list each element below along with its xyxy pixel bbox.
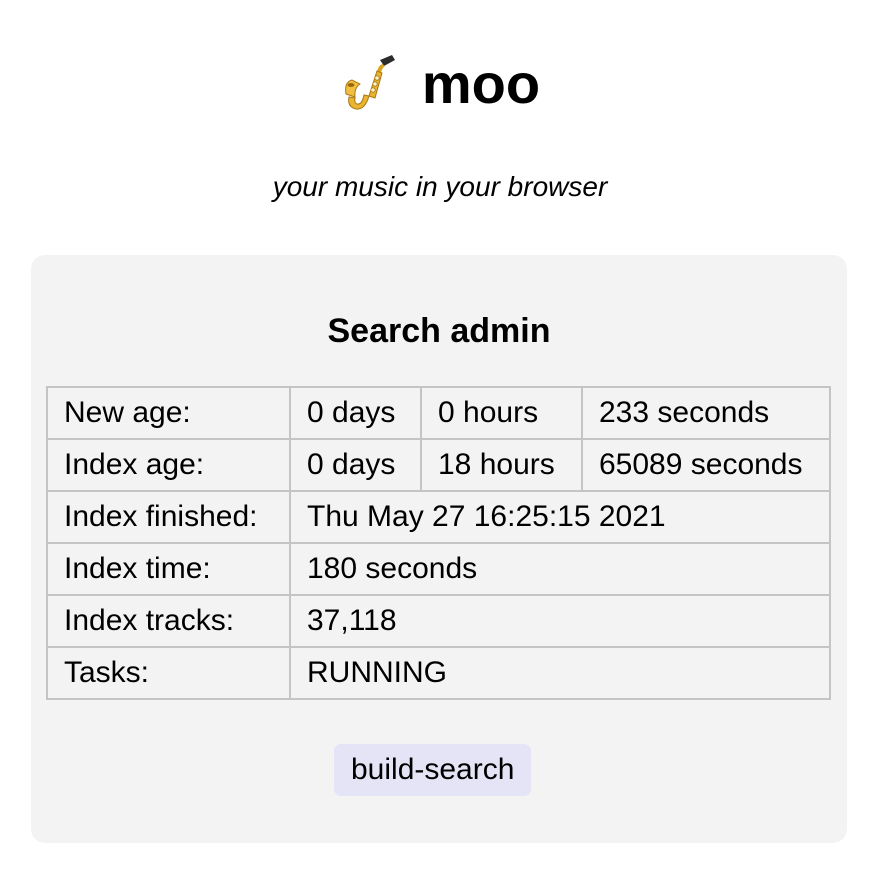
- build-search-button[interactable]: build-search: [334, 744, 532, 796]
- value-cell: RUNNING: [289, 646, 831, 700]
- tagline: your music in your browser: [272, 171, 608, 202]
- table-row: Index age: 0 days 18 hours 65089 seconds: [46, 438, 831, 492]
- row-label: Tasks:: [46, 646, 291, 700]
- row-label: New age:: [46, 386, 291, 440]
- hours-cell: 18 hours: [420, 438, 583, 492]
- value-cell: 180 seconds: [289, 542, 831, 596]
- table-row: Index time: 180 seconds: [46, 542, 831, 596]
- days-cell: 0 days: [289, 438, 422, 492]
- table-row: Index tracks: 37,118: [46, 594, 831, 648]
- table-row: Index finished: Thu May 27 16:25:15 2021: [46, 490, 831, 544]
- row-label: Index age:: [46, 438, 291, 492]
- row-label: Index tracks:: [46, 594, 291, 648]
- saxophone-icon: [345, 55, 395, 110]
- search-admin-card: Search admin New age: 0 days 0 hours 233…: [31, 255, 847, 843]
- hours-cell: 0 hours: [420, 386, 583, 440]
- days-cell: 0 days: [289, 386, 422, 440]
- table-row: New age: 0 days 0 hours 233 seconds: [46, 386, 831, 440]
- card-title: Search admin: [327, 312, 551, 350]
- search-stats-table: New age: 0 days 0 hours 233 seconds Inde…: [46, 386, 831, 700]
- seconds-cell: 233 seconds: [581, 386, 831, 440]
- seconds-cell: 65089 seconds: [581, 438, 831, 492]
- value-cell: 37,118: [289, 594, 831, 648]
- table-row: Tasks: RUNNING: [46, 646, 831, 700]
- value-cell: Thu May 27 16:25:15 2021: [289, 490, 831, 544]
- app-title: moo: [421, 52, 541, 115]
- title-row: moo: [0, 52, 880, 116]
- row-label: Index finished:: [46, 490, 291, 544]
- row-label: Index time:: [46, 542, 291, 596]
